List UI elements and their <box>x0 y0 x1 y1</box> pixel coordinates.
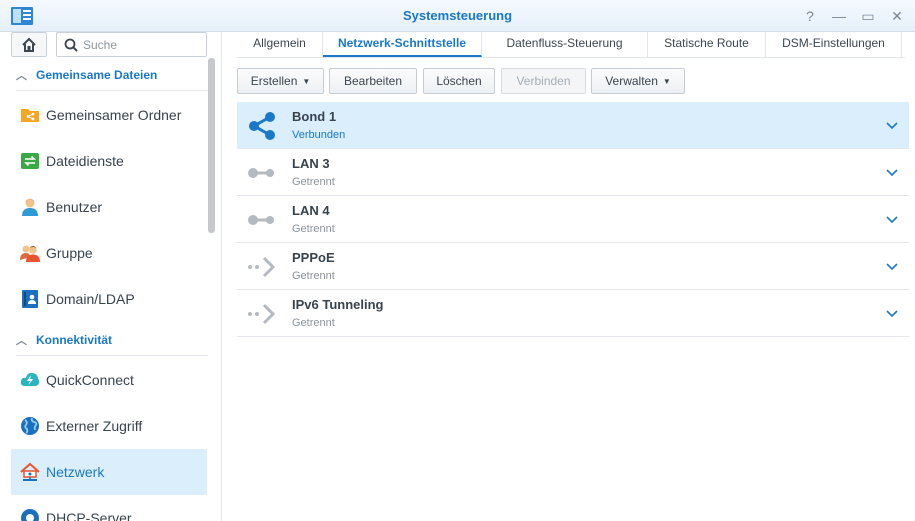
network-house-icon <box>20 462 40 481</box>
search-box[interactable] <box>56 32 207 57</box>
share-connected-icon <box>249 112 275 140</box>
help-icon[interactable]: ? <box>800 6 820 26</box>
chevron-down-icon[interactable] <box>885 259 899 273</box>
quickconnect-icon <box>20 372 40 386</box>
chevron-down-icon[interactable] <box>885 212 899 226</box>
interface-name: LAN 4 <box>292 203 330 218</box>
chevron-up-icon: ︿ <box>16 335 27 347</box>
sidebar-item-shared-folder[interactable]: Gemeinsamer Ordner <box>11 92 207 138</box>
interface-status: Getrennt <box>292 223 335 235</box>
search-input[interactable] <box>83 36 203 54</box>
interface-row-bond-1[interactable]: Bond 1 Verbunden <box>237 102 909 149</box>
interface-name: PPPoE <box>292 250 335 265</box>
interface-status: Getrennt <box>292 176 335 188</box>
section-header-shared-files[interactable]: ︿ Gemeinsame Dateien <box>16 67 208 91</box>
interface-status: Verbunden <box>292 129 346 141</box>
tab-general[interactable]: Allgemein <box>237 32 323 57</box>
section-header-connectivity[interactable]: ︿ Konnektivität <box>16 332 208 356</box>
group-icon <box>20 245 40 262</box>
sidebar-item-user[interactable]: Benutzer <box>11 184 207 230</box>
chevron-down-icon[interactable] <box>885 165 899 179</box>
tab-traffic-control[interactable]: Datenfluss-Steuerung <box>482 32 648 57</box>
interface-name: IPv6 Tunneling <box>292 297 384 312</box>
sidebar-item-group[interactable]: Gruppe <box>11 230 207 276</box>
chevron-down-icon[interactable] <box>885 306 899 320</box>
manage-button[interactable]: Verwalten ▼ <box>591 68 685 94</box>
shared-folder-icon <box>21 109 39 122</box>
interface-row-pppoe[interactable]: PPPoE Getrennt <box>237 243 909 290</box>
pppoe-arrow-icon <box>248 256 276 278</box>
domain-ldap-icon <box>22 290 38 308</box>
dhcp-server-icon <box>21 509 39 521</box>
close-icon[interactable]: ✕ <box>887 6 907 26</box>
chevron-up-icon: ︿ <box>16 70 27 82</box>
tab-static-route[interactable]: Statische Route <box>648 32 766 57</box>
create-button[interactable]: Erstellen ▼ <box>237 68 324 94</box>
sidebar-item-file-services[interactable]: Dateidienste <box>11 138 207 184</box>
file-services-icon <box>21 153 39 169</box>
sidebar-item-network[interactable]: Netzwerk <box>11 449 207 495</box>
interface-name: LAN 3 <box>292 156 330 171</box>
sidebar-item-quickconnect[interactable]: QuickConnect <box>11 357 207 403</box>
interface-row-lan-4[interactable]: LAN 4 Getrennt <box>237 196 909 243</box>
window-title: Systemsteuerung <box>402 8 513 23</box>
lan-disconnected-icon <box>248 215 274 225</box>
lan-disconnected-icon <box>248 168 274 178</box>
caret-down-icon: ▼ <box>662 77 671 86</box>
globe-icon <box>21 417 39 435</box>
home-icon <box>22 37 36 52</box>
home-button[interactable] <box>11 32 47 57</box>
sidebar: ︿Gemeinsame Dateien Gemeinsamer Ordner D… <box>0 32 222 521</box>
user-icon <box>22 198 38 216</box>
tab-network-interface[interactable]: Netzwerk-Schnittstelle <box>323 32 482 57</box>
sidebar-item-external-access[interactable]: Externer Zugriff <box>11 403 207 449</box>
tunnel-arrow-icon <box>248 303 276 325</box>
caret-down-icon: ▼ <box>302 77 311 86</box>
sidebar-scrollbar[interactable] <box>208 58 215 233</box>
search-icon <box>64 38 78 52</box>
tab-bar: Allgemein Netzwerk-Schnittstelle Datenfl… <box>237 32 905 58</box>
interface-row-lan-3[interactable]: LAN 3 Getrennt <box>237 149 909 196</box>
edit-button[interactable]: Bearbeiten <box>329 68 417 94</box>
title-bar: Systemsteuerung ? — ▭ ✕ <box>0 0 915 32</box>
interface-name: Bond 1 <box>292 109 337 124</box>
interface-status: Getrennt <box>292 317 335 329</box>
maximize-icon[interactable]: ▭ <box>858 6 878 26</box>
interface-status: Getrennt <box>292 270 335 282</box>
delete-button[interactable]: Löschen <box>423 68 495 94</box>
chevron-down-icon[interactable] <box>885 118 899 132</box>
connect-button[interactable]: Verbinden <box>501 68 586 94</box>
sidebar-item-dhcp-server[interactable]: DHCP-Server <box>11 495 207 521</box>
tab-dsm-settings[interactable]: DSM-Einstellungen <box>766 32 902 57</box>
minimize-icon[interactable]: — <box>829 6 849 26</box>
interface-row-ipv6-tunneling[interactable]: IPv6 Tunneling Getrennt <box>237 290 909 337</box>
sidebar-item-domain-ldap[interactable]: Domain/LDAP <box>11 276 207 322</box>
